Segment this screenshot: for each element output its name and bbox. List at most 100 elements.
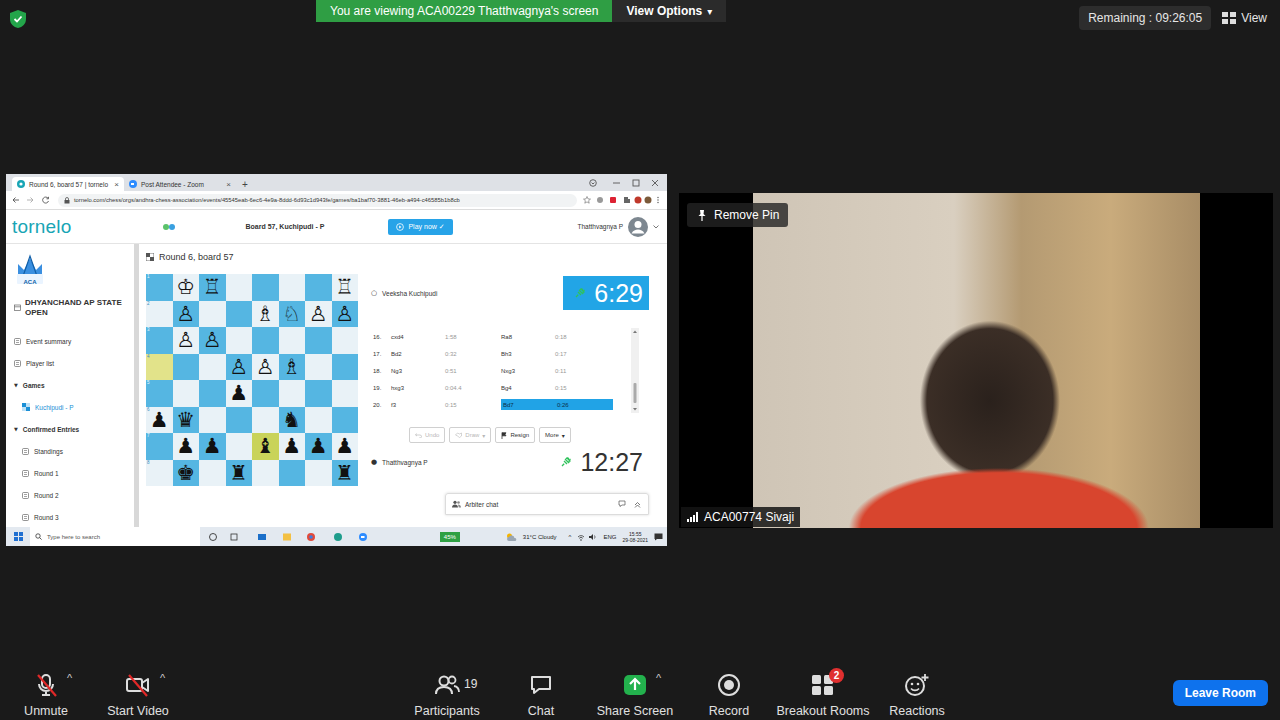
button-label[interactable]: Undo (425, 432, 439, 438)
board-square[interactable]: 6♟ (146, 407, 173, 434)
sidebar-item[interactable]: Round 3 (14, 506, 128, 527)
move-san[interactable]: Nxg3 (501, 368, 555, 374)
board-square[interactable] (226, 274, 253, 301)
user-name[interactable]: Thatthvagnya P (577, 223, 623, 230)
board-square[interactable] (279, 460, 306, 487)
button-label[interactable]: More (545, 432, 559, 438)
sidebar-label[interactable]: Confirmed Entries (23, 426, 79, 433)
board-square[interactable]: ♙ (332, 301, 359, 328)
chess-piece[interactable]: ♙ (176, 301, 195, 327)
board-square[interactable] (279, 327, 306, 354)
chess-piece[interactable]: ♟ (203, 433, 222, 459)
toolbar-label[interactable]: Share Screen (597, 704, 673, 718)
participants-button[interactable]: 19Participants (400, 664, 494, 718)
chess-piece[interactable]: ♘ (282, 301, 301, 327)
board-square[interactable] (305, 407, 332, 434)
chess-piece[interactable]: ♟ (335, 433, 354, 459)
board-square[interactable] (199, 407, 226, 434)
dropdown-caret[interactable]: ▾ (707, 6, 712, 17)
chess-piece[interactable]: ♟ (150, 407, 169, 433)
sidebar-label[interactable]: Round 3 (34, 514, 59, 521)
user-menu[interactable]: Thatthvagnya P (577, 216, 659, 238)
notification-icon[interactable] (654, 533, 663, 541)
chess-piece[interactable]: ♝ (256, 433, 275, 459)
tab-close-button[interactable]: × (226, 180, 231, 189)
board-square[interactable]: ♚ (173, 460, 200, 487)
half-move[interactable]: Ra80:18 (501, 331, 613, 342)
chess-piece[interactable]: ♗ (256, 301, 275, 327)
remove-pin-label[interactable]: Remove Pin (714, 208, 779, 222)
toolbar-label[interactable]: Chat (528, 704, 554, 718)
search-placeholder[interactable]: Type here to search (47, 534, 100, 540)
move-san[interactable]: cxd4 (391, 334, 445, 340)
half-move[interactable]: cxd41:58 (391, 331, 501, 342)
chess-piece[interactable]: ♙ (309, 301, 328, 327)
board-square[interactable]: 3 (146, 327, 173, 354)
board-square[interactable] (305, 274, 332, 301)
board-square[interactable]: 4 (146, 354, 173, 381)
board-square[interactable] (279, 274, 306, 301)
chess-piece[interactable]: ♙ (176, 327, 195, 353)
chess-piece[interactable]: ♙ (229, 354, 248, 380)
more-button[interactable]: More▾ (539, 427, 571, 443)
board-square[interactable]: ♗ (279, 354, 306, 381)
board-square[interactable] (252, 407, 279, 434)
resign-button[interactable]: Resign (495, 427, 535, 443)
move-san[interactable]: hxg3 (391, 385, 445, 391)
board-square[interactable]: ♟ (305, 433, 332, 460)
board-square[interactable] (252, 327, 279, 354)
move-san[interactable]: Bh3 (501, 351, 555, 357)
half-move[interactable]: hxg30:04.4 (391, 382, 501, 393)
chat-button[interactable]: Chat (494, 664, 588, 718)
board-square[interactable] (199, 380, 226, 407)
chess-piece[interactable]: ♙ (335, 301, 354, 327)
board-square[interactable] (305, 327, 332, 354)
view-options-label[interactable]: View Options (626, 4, 702, 18)
chess-piece[interactable]: ♞ (282, 407, 301, 433)
board-square[interactable] (305, 380, 332, 407)
sidebar-label[interactable]: Round 2 (34, 492, 59, 499)
move-san[interactable]: Ra8 (501, 334, 555, 340)
board-square[interactable]: ♙ (305, 301, 332, 328)
toolbar-label[interactable]: Reactions (889, 704, 945, 718)
board-square[interactable]: ♖ (199, 274, 226, 301)
board-square[interactable]: ♙ (252, 354, 279, 381)
board-square[interactable]: ♜ (332, 460, 359, 487)
board-square[interactable] (173, 380, 200, 407)
view-button[interactable]: View (1219, 6, 1270, 30)
board-square[interactable]: ♗ (252, 301, 279, 328)
windows-start-icon[interactable] (14, 532, 23, 541)
new-tab-button[interactable]: + (236, 179, 254, 191)
tab-title[interactable]: Post Attendee - Zoom (141, 181, 222, 188)
player-name[interactable]: Thatthvagnya P (382, 459, 428, 466)
draw-button[interactable]: Draw▾ (449, 427, 491, 443)
options-caret[interactable]: ^ (160, 672, 165, 684)
tornelo-logo[interactable]: tornelo (12, 216, 72, 238)
board-square[interactable]: ♟ (332, 433, 359, 460)
toolbar-label[interactable]: Breakout Rooms (776, 704, 869, 718)
half-move[interactable]: Bd20:32 (391, 348, 501, 359)
board-square[interactable]: ♟ (279, 433, 306, 460)
board-square[interactable] (332, 354, 359, 381)
board-square[interactable] (252, 380, 279, 407)
board-square[interactable]: ♜ (226, 460, 253, 487)
board-square[interactable] (199, 460, 226, 487)
url-text[interactable]: tornelo.com/chess/orgs/andhra-chess-asso… (74, 197, 460, 203)
sidebar-label[interactable]: Player list (26, 360, 54, 367)
board-square[interactable] (252, 274, 279, 301)
board-square[interactable]: 8 (146, 460, 173, 487)
board-square[interactable] (199, 354, 226, 381)
expand-arrow[interactable]: ▼ (14, 382, 18, 388)
move-san[interactable]: Bd2 (391, 351, 445, 357)
undo-button[interactable]: Undo (409, 427, 445, 443)
sidebar-label[interactable]: Kuchipudi - P (35, 404, 74, 411)
chess-piece[interactable]: ♔ (176, 274, 195, 300)
chess-piece[interactable]: ♟ (176, 433, 195, 459)
board-square[interactable]: ♔ (173, 274, 200, 301)
board-square[interactable]: ♘ (279, 301, 306, 328)
board-square[interactable]: ♙ (199, 327, 226, 354)
leave-room-button[interactable]: Leave Room (1173, 680, 1268, 706)
board-square[interactable]: ♙ (173, 301, 200, 328)
sidebar-label[interactable]: Games (23, 382, 45, 389)
chess-piece[interactable]: ♙ (256, 354, 275, 380)
